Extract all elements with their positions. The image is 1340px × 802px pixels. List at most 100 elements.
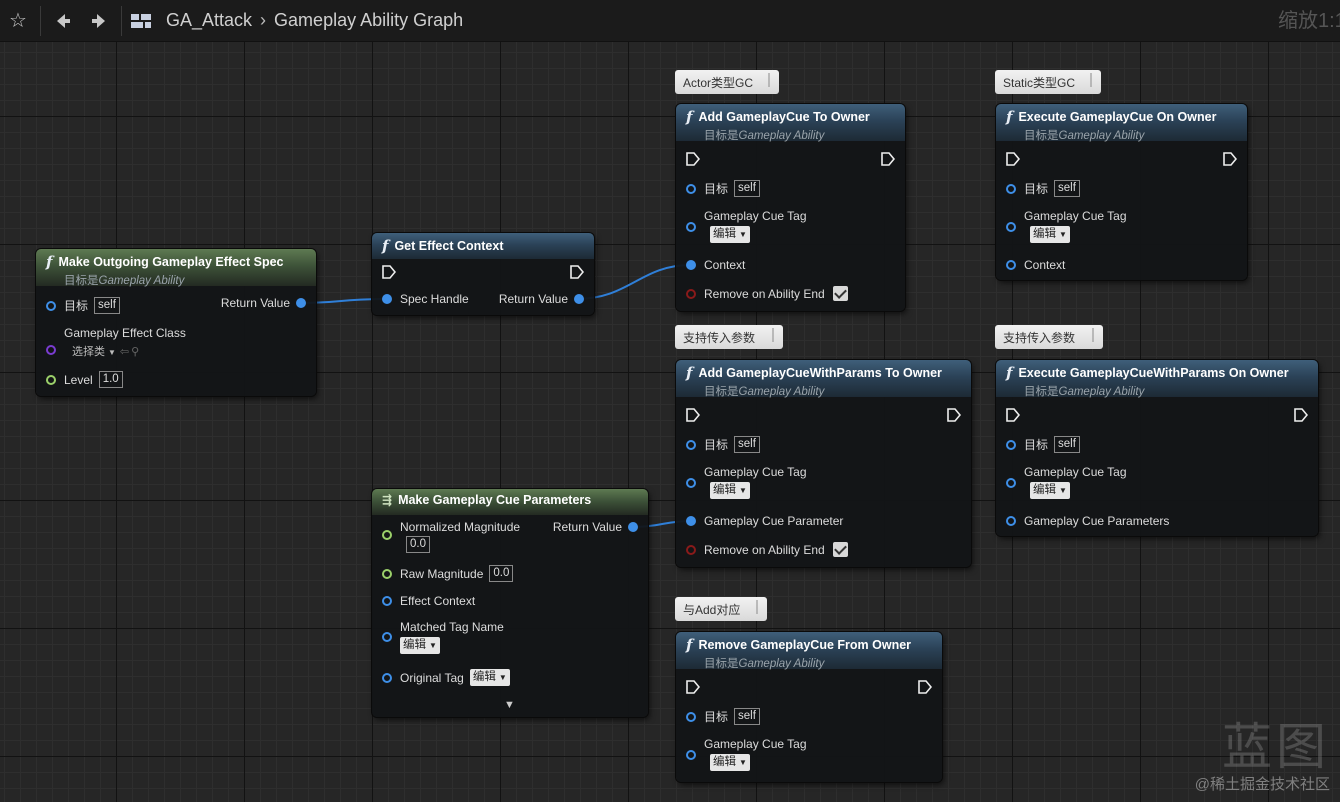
cue-parameters-pin[interactable] [1006,516,1016,526]
remove-on-end-checkbox[interactable] [832,542,848,557]
target-pin[interactable] [686,711,696,722]
node-remove-gameplaycue-from-owner[interactable]: f Remove GameplayCue From Owner 目标是Gamepl… [676,632,942,782]
matched-tag-pin[interactable] [382,632,392,642]
effect-context-pin[interactable] [382,596,392,606]
comment-bubble-remove-cue[interactable]: 与Add对应 [675,597,767,621]
exec-out-pin[interactable] [1294,408,1308,422]
comment-bubble-add-cue-params[interactable]: 支持传入参数 [675,325,783,349]
pin-toggle-icon[interactable] [1090,73,1098,87]
back-arrow-icon[interactable] [45,0,81,42]
cue-tag-pin[interactable] [1006,222,1016,232]
cue-tag-pin[interactable] [686,750,696,760]
zoom-label: 缩放1:1 [1278,10,1340,32]
exec-out-pin[interactable] [947,408,961,422]
target-value[interactable]: self [1054,180,1080,197]
node-execute-gameplaycue-on-owner[interactable]: f Execute GameplayCue On Owner 目标是Gamepla… [996,104,1247,280]
pin-toggle-icon[interactable] [768,73,776,87]
comment-bubble-exec-cue-params[interactable]: 支持传入参数 [995,325,1103,349]
node-header[interactable]: f Get Effect Context [372,233,594,259]
raw-magnitude-pin[interactable] [382,568,392,579]
exec-in-pin[interactable] [1006,152,1020,166]
remove-on-end-checkbox[interactable] [832,286,848,301]
node-make-outgoing-spec[interactable]: f Make Outgoing Gameplay Effect Spec 目标是G… [36,249,316,396]
target-value[interactable]: self [1054,436,1080,453]
forward-arrow-icon[interactable] [81,0,117,42]
matched-tag-edit-dropdown[interactable]: 编辑 ▼ [400,637,440,654]
context-pin[interactable] [686,260,696,270]
node-make-cue-parameters[interactable]: ⇶ Make Gameplay Cue Parameters Normalized… [372,489,648,717]
target-value[interactable]: self [94,297,120,314]
node-header[interactable]: ⇶ Make Gameplay Cue Parameters [372,489,648,515]
exec-in-pin[interactable] [686,680,700,694]
exec-out-pin[interactable] [1223,152,1237,166]
node-header[interactable]: f Execute GameplayCueWithParams On Owner … [996,360,1318,398]
comment-bubble-add-cue[interactable]: Actor类型GC [675,70,779,94]
exec-out-pin[interactable] [918,680,932,694]
remove-on-end-pin[interactable] [686,288,696,299]
original-tag-pin[interactable] [382,672,392,683]
pin-row-target: 目标 self [46,297,120,314]
cue-tag-edit-dropdown[interactable]: 编辑 ▼ [710,754,750,771]
level-pin[interactable] [46,374,56,385]
level-value[interactable]: 1.0 [98,371,123,388]
pin-toggle-icon[interactable] [772,328,780,342]
cue-tag-edit-dropdown[interactable]: 编辑 ▼ [710,226,750,243]
pin-toggle-icon[interactable] [756,600,764,614]
raw-magnitude-value[interactable]: 0.0 [489,565,514,582]
exec-in-pin[interactable] [686,152,700,166]
node-execute-gameplaycue-with-params[interactable]: f Execute GameplayCueWithParams On Owner … [996,360,1318,536]
exec-in-pin[interactable] [1006,408,1020,422]
cue-tag-pin[interactable] [686,222,696,232]
exec-out-pin[interactable] [881,152,895,166]
breadcrumb-graph[interactable]: Gameplay Ability Graph [274,10,463,31]
pin-toggle-icon[interactable] [1092,328,1100,342]
use-selected-arrow-icon[interactable]: ⇦ [120,346,129,358]
expand-pins-chevron-icon[interactable]: ▼ [504,699,515,711]
cue-tag-edit-dropdown[interactable]: 编辑 ▼ [1030,482,1070,499]
pin-label: Return Value [220,296,290,310]
return-value-pin[interactable] [296,298,306,308]
cue-tag-edit-dropdown[interactable]: 编辑 ▼ [1030,226,1070,243]
return-value-pin[interactable] [574,294,584,304]
context-pin[interactable] [1006,260,1016,270]
node-header[interactable]: f Make Outgoing Gameplay Effect Spec 目标是G… [36,249,316,287]
normalized-magnitude-value[interactable]: 0.0 [406,536,430,553]
spec-handle-pin[interactable] [382,294,392,304]
node-header[interactable]: f Add GameplayCueWithParams To Owner 目标是G… [676,360,971,398]
blueprint-icon [130,12,152,30]
target-pin[interactable] [1006,439,1016,450]
target-pin[interactable] [1006,183,1016,194]
toolbar-divider [40,5,41,36]
return-value-pin[interactable] [628,522,638,532]
class-picker-dropdown[interactable]: 选择类 [72,346,105,358]
original-tag-edit-dropdown[interactable]: 编辑 ▼ [469,669,510,686]
target-pin[interactable] [46,300,56,311]
node-add-gameplaycue-with-params[interactable]: f Add GameplayCueWithParams To Owner 目标是G… [676,360,971,567]
target-value[interactable]: self [734,180,760,197]
cue-parameter-pin[interactable] [686,516,696,526]
node-add-gameplaycue-to-owner[interactable]: f Add GameplayCue To Owner 目标是Gameplay Ab… [676,104,905,311]
browse-search-icon[interactable]: ⚲ [131,346,139,358]
cue-tag-edit-dropdown[interactable]: 编辑 ▼ [710,482,750,499]
exec-out-pin[interactable] [570,265,584,279]
remove-on-end-pin[interactable] [686,544,696,555]
node-header[interactable]: f Execute GameplayCue On Owner 目标是Gamepla… [996,104,1247,142]
cue-tag-pin[interactable] [686,478,696,488]
cue-tag-pin[interactable] [1006,478,1016,488]
comment-bubble-exec-cue[interactable]: Static类型GC [995,70,1101,94]
breadcrumb-asset[interactable]: GA_Attack [166,10,252,31]
exec-in-pin[interactable] [686,408,700,422]
pin-row-target: 目标 self [1006,436,1080,453]
target-pin[interactable] [686,439,696,450]
node-header[interactable]: f Add GameplayCue To Owner 目标是Gameplay Ab… [676,104,905,142]
watermark: 蓝图 @稀土掘金技术社区 [1195,721,1330,794]
node-header[interactable]: f Remove GameplayCue From Owner 目标是Gamepl… [676,632,942,670]
exec-in-pin[interactable] [382,265,396,279]
target-pin[interactable] [686,183,696,194]
target-value[interactable]: self [734,436,760,453]
target-value[interactable]: self [734,708,760,725]
favorite-star-icon[interactable]: ☆ [0,0,36,42]
effect-class-pin[interactable] [46,344,56,355]
node-get-effect-context[interactable]: f Get Effect Context Spec Handle Return V… [372,233,594,315]
normalized-magnitude-pin[interactable] [382,530,392,540]
